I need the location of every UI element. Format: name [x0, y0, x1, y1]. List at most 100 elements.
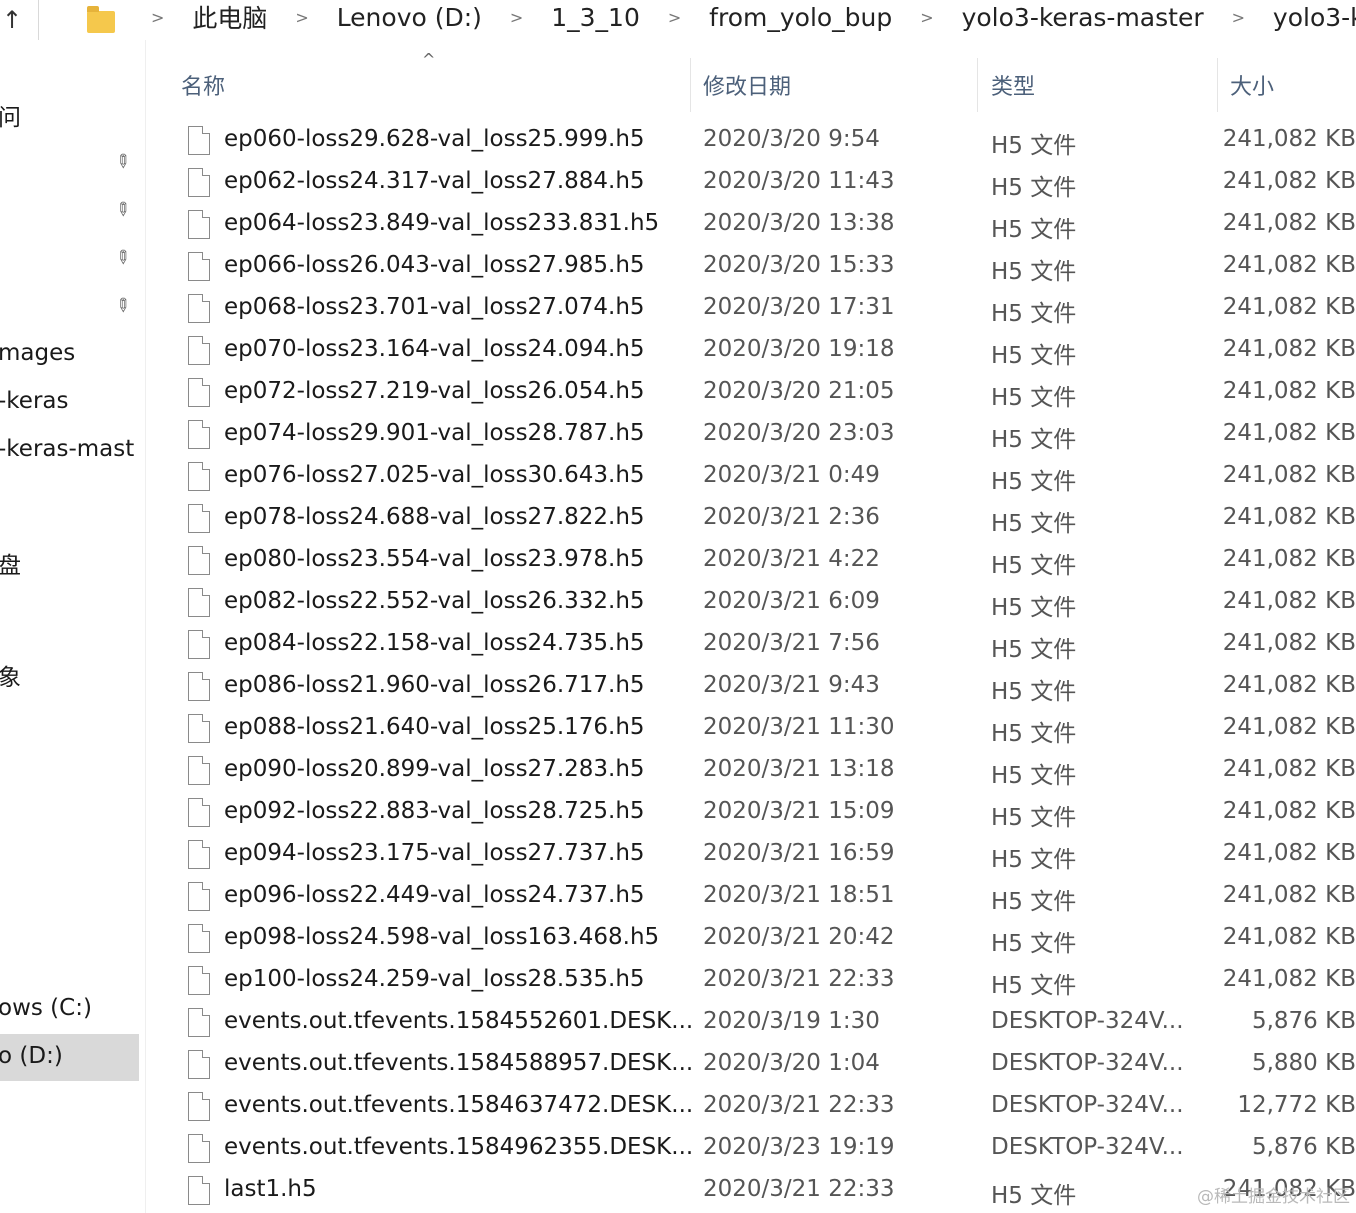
column-header-date[interactable]: 修改日期: [703, 69, 791, 101]
file-type: DESKTOP-324V...: [991, 1134, 1184, 1160]
file-size: 241,082 KB: [1222, 294, 1356, 320]
up-arrow-icon[interactable]: ↑: [2, 6, 22, 34]
nav-item-keras[interactable]: -keras: [0, 388, 68, 414]
file-type: H5 文件: [991, 385, 1077, 411]
file-row[interactable]: ep098-loss24.598-val_loss163.468.h5 2020/…: [150, 918, 1356, 960]
chevron-right-icon[interactable]: >: [1232, 8, 1245, 27]
file-row[interactable]: ep088-loss21.640-val_loss25.176.h5 2020/3…: [150, 708, 1356, 750]
nav-item-drive-d[interactable]: o (D:): [0, 1043, 63, 1069]
nav-item-disk[interactable]: 盘: [0, 546, 21, 580]
file-row[interactable]: ep092-loss22.883-val_loss28.725.h5 2020/3…: [150, 792, 1356, 834]
file-size: 241,082 KB: [1222, 588, 1356, 614]
nav-item-images[interactable]: mages: [0, 340, 75, 366]
file-row[interactable]: ep086-loss21.960-val_loss26.717.h5 2020/3…: [150, 666, 1356, 708]
file-size: 241,082 KB: [1222, 966, 1356, 992]
chevron-right-icon[interactable]: >: [295, 8, 308, 27]
file-row[interactable]: ep082-loss22.552-val_loss26.332.h5 2020/3…: [150, 582, 1356, 624]
file-row[interactable]: ep100-loss24.259-val_loss28.535.h5 2020/3…: [150, 960, 1356, 1002]
file-type: H5 文件: [991, 175, 1077, 201]
nav-item-drive-c[interactable]: ows (C:): [0, 995, 92, 1021]
file-type: H5 文件: [991, 133, 1077, 159]
chevron-right-icon[interactable]: >: [151, 8, 164, 27]
file-modified-date: 2020/3/21 6:09: [703, 588, 880, 614]
column-divider[interactable]: [1217, 58, 1218, 112]
file-name: ep072-loss27.219-val_loss26.054.h5: [224, 378, 645, 404]
column-header-type[interactable]: 类型: [991, 69, 1035, 101]
file-name: ep068-loss23.701-val_loss27.074.h5: [224, 294, 645, 320]
file-type: H5 文件: [991, 553, 1077, 579]
column-header-name[interactable]: 名称: [181, 69, 225, 101]
file-type: H5 文件: [991, 301, 1077, 327]
file-icon: [188, 378, 210, 407]
chevron-right-icon[interactable]: >: [668, 8, 681, 27]
file-modified-date: 2020/3/21 16:59: [703, 840, 895, 866]
file-size: 12,772 KB: [1237, 1092, 1356, 1118]
file-icon: [188, 252, 210, 281]
file-row[interactable]: last1.h5 2020/3/21 22:33 H5 文件 241,082 KB: [150, 1170, 1356, 1212]
file-row[interactable]: ep076-loss27.025-val_loss30.643.h5 2020/3…: [150, 456, 1356, 498]
file-icon: [188, 882, 210, 911]
file-size: 241,082 KB: [1222, 672, 1356, 698]
file-row[interactable]: ep068-loss23.701-val_loss27.074.h5 2020/3…: [150, 288, 1356, 330]
file-icon: [188, 1008, 210, 1037]
file-name: ep064-loss23.849-val_loss233.831.h5: [224, 210, 660, 236]
pin-icon[interactable]: ✎: [108, 148, 136, 176]
file-row[interactable]: events.out.tfevents.1584637472.DESK... 20…: [150, 1086, 1356, 1128]
file-type: DESKTOP-324V...: [991, 1008, 1184, 1034]
file-name: ep074-loss29.901-val_loss28.787.h5: [224, 420, 645, 446]
pin-icon[interactable]: ✎: [108, 196, 136, 224]
file-row[interactable]: events.out.tfevents.1584588957.DESK... 20…: [150, 1044, 1356, 1086]
breadcrumb-item-yolo3-keras-master[interactable]: yolo3-keras-master: [962, 3, 1204, 32]
column-divider[interactable]: [690, 58, 691, 112]
file-row[interactable]: ep080-loss23.554-val_loss23.978.h5 2020/3…: [150, 540, 1356, 582]
file-name: ep070-loss23.164-val_loss24.094.h5: [224, 336, 645, 362]
chevron-right-icon[interactable]: >: [510, 8, 523, 27]
file-row[interactable]: ep078-loss24.688-val_loss27.822.h5 2020/3…: [150, 498, 1356, 540]
breadcrumb-item-from-yolo-bup[interactable]: from_yolo_bup: [709, 3, 892, 32]
breadcrumb-item-1-3-10[interactable]: 1_3_10: [551, 3, 640, 32]
file-type: H5 文件: [991, 259, 1077, 285]
nav-item-objects[interactable]: 象: [0, 658, 21, 692]
file-modified-date: 2020/3/19 1:30: [703, 1008, 880, 1034]
file-name: ep080-loss23.554-val_loss23.978.h5: [224, 546, 645, 572]
file-modified-date: 2020/3/21 11:30: [703, 714, 895, 740]
file-name: ep078-loss24.688-val_loss27.822.h5: [224, 504, 645, 530]
file-modified-date: 2020/3/20 17:31: [703, 294, 895, 320]
chevron-right-icon[interactable]: >: [920, 8, 933, 27]
file-type: H5 文件: [991, 931, 1077, 957]
file-name: ep086-loss21.960-val_loss26.717.h5: [224, 672, 645, 698]
file-row[interactable]: ep066-loss26.043-val_loss27.985.h5 2020/3…: [150, 246, 1356, 288]
file-row[interactable]: ep074-loss29.901-val_loss28.787.h5 2020/3…: [150, 414, 1356, 456]
file-modified-date: 2020/3/21 18:51: [703, 882, 895, 908]
breadcrumb-item-drive-d[interactable]: Lenovo (D:): [337, 3, 482, 32]
file-size: 241,082 KB: [1222, 378, 1356, 404]
file-row[interactable]: ep096-loss22.449-val_loss24.737.h5 2020/3…: [150, 876, 1356, 918]
nav-item-quick-access[interactable]: 问: [0, 98, 21, 132]
file-row[interactable]: ep094-loss23.175-val_loss27.737.h5 2020/3…: [150, 834, 1356, 876]
breadcrumb-item-yolo3-keras[interactable]: yolo3-keras: [1273, 3, 1356, 32]
pin-icon[interactable]: ✎: [108, 244, 136, 272]
navigation-pane: 问 ✎ ✎ ✎ ✎ mages -keras -keras-mast 盘 象 o…: [0, 40, 146, 1213]
file-row[interactable]: ep062-loss24.317-val_loss27.884.h5 2020/3…: [150, 162, 1356, 204]
file-name: ep094-loss23.175-val_loss27.737.h5: [224, 840, 645, 866]
file-name: events.out.tfevents.1584588957.DESK...: [224, 1050, 694, 1076]
column-divider[interactable]: [977, 58, 978, 112]
file-row[interactable]: events.out.tfevents.1584962355.DESK... 20…: [150, 1128, 1356, 1170]
file-row[interactable]: ep064-loss23.849-val_loss233.831.h5 2020/…: [150, 204, 1356, 246]
file-row[interactable]: events.out.tfevents.1584552601.DESK... 20…: [150, 1002, 1356, 1044]
pin-icon[interactable]: ✎: [108, 292, 136, 320]
file-size: 241,082 KB: [1222, 630, 1356, 656]
column-header-size[interactable]: 大小: [1230, 69, 1274, 101]
file-row[interactable]: ep090-loss20.899-val_loss27.283.h5 2020/3…: [150, 750, 1356, 792]
file-row[interactable]: ep070-loss23.164-val_loss24.094.h5 2020/3…: [150, 330, 1356, 372]
file-icon: [188, 546, 210, 575]
address-box[interactable]: > 此电脑 > Lenovo (D:) > 1_3_10 > from_yolo…: [38, 0, 1356, 40]
file-modified-date: 2020/3/20 21:05: [703, 378, 895, 404]
file-row[interactable]: ep060-loss29.628-val_loss25.999.h5 2020/3…: [150, 120, 1356, 162]
breadcrumb-item-this-pc[interactable]: 此电脑: [192, 0, 267, 35]
file-name: ep062-loss24.317-val_loss27.884.h5: [224, 168, 645, 194]
file-row[interactable]: ep084-loss22.158-val_loss24.735.h5 2020/3…: [150, 624, 1356, 666]
nav-item-keras-master[interactable]: -keras-mast: [0, 436, 134, 462]
file-row[interactable]: ep072-loss27.219-val_loss26.054.h5 2020/3…: [150, 372, 1356, 414]
file-type: H5 文件: [991, 595, 1077, 621]
